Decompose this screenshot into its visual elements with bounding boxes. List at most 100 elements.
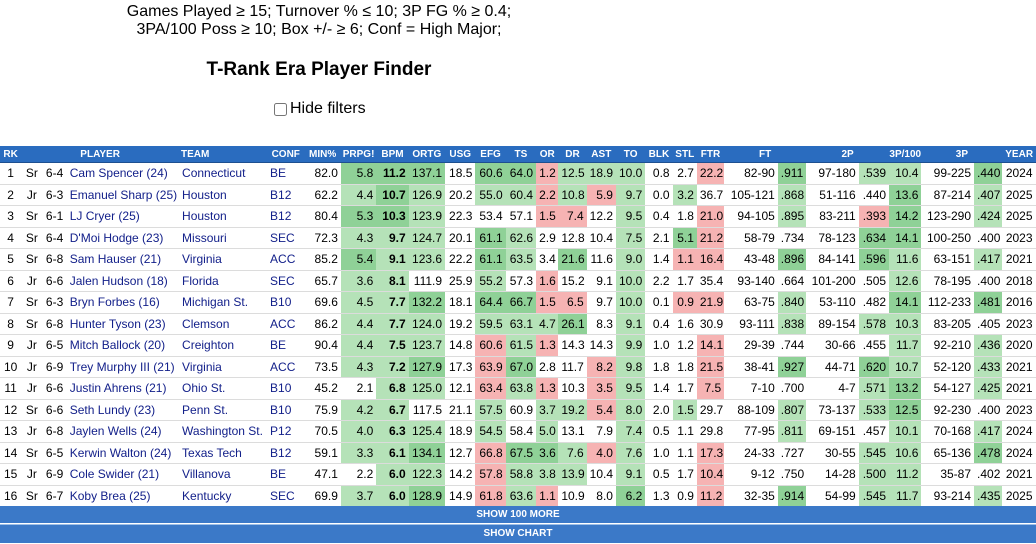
cell-player-name[interactable]: LJ Cryer (25) [66,205,180,228]
cell-3p-made: 93-214 [921,485,975,507]
cell-team-name[interactable]: Virginia [179,248,268,271]
col-rk[interactable]: RK [0,146,22,163]
cell-player-name[interactable]: Kerwin Walton (24) [66,442,180,464]
cell-ts: 62.6 [505,227,537,249]
cell-3p-per100: 11.6 [889,248,922,271]
cell-team-name[interactable]: Missouri [179,227,268,249]
cell-class: Sr [21,248,43,271]
col-bpm[interactable]: BPM [376,146,409,163]
col-3p100[interactable]: 3P/100 [889,146,922,163]
cell-ast: 9.1 [586,270,616,292]
cell-team-name[interactable]: Michigan St. [179,291,268,314]
cell-team-name[interactable]: Houston [179,184,268,206]
cell-ast: 8.3 [586,313,616,335]
col-ts[interactable]: TS [505,146,537,163]
filter-line-1: Games Played ≥ 15; Turnover % ≤ 10; 3P F… [126,3,512,20]
col-conf[interactable]: CONF [267,146,305,163]
cell-team-name[interactable]: Kentucky [179,485,268,507]
cell-team-name[interactable]: Creighton [179,334,268,357]
table-row: 10 Jr 6-9 Trey Murphy III (21) Virginia ACC 73… [0,356,1036,378]
cell-rank: 12 [0,399,22,421]
col-3p[interactable]: 3P [921,146,1003,163]
show-more-button[interactable]: SHOW 100 MORE [0,506,1036,523]
cell-3p-made: 83-205 [921,313,975,335]
col-team[interactable]: TEAM [179,146,268,163]
col-efg[interactable]: EFG [475,146,506,163]
cell-ts: 67.0 [505,356,537,378]
cell-bpm: 6.7 [376,399,409,421]
cell-player-name[interactable]: Koby Brea (25) [66,485,180,507]
cell-3p-per100: 13.2 [889,377,922,400]
cell-team-name[interactable]: Penn St. [179,399,268,421]
cell-player-name[interactable]: Bryn Forbes (16) [66,291,180,314]
cell-team-name[interactable]: Washington St. [179,420,268,443]
cell-2p-pct: .545 [858,485,890,507]
cell-ftr: 29.8 [696,420,725,443]
cell-min-pct: 47.1 [304,463,341,486]
cell-min-pct: 59.1 [304,442,341,464]
col-or[interactable]: OR [536,146,559,163]
cell-dr: 19.2 [558,399,587,421]
cell-class: Sr [21,313,43,335]
col-prpg[interactable]: PRPG! [340,146,377,163]
cell-blk: 0.5 [645,463,673,486]
cell-player-name[interactable]: Emanuel Sharp (25) [66,184,180,206]
col-ft[interactable]: FT [724,146,807,163]
col-to[interactable]: TO [615,146,646,163]
col-ftr[interactable]: FTR [696,146,725,163]
cell-player-name[interactable]: Cole Swider (21) [66,463,180,486]
cell-team-name[interactable]: Connecticut [179,162,268,185]
cell-usg: 17.3 [445,356,476,378]
cell-player-name[interactable]: D'Moi Hodge (23) [66,227,180,249]
col-stl[interactable]: STL [672,146,697,163]
cell-team-name[interactable]: Ohio St. [179,377,268,400]
cell-player-name[interactable]: Hunter Tyson (23) [66,313,180,335]
cell-player-name[interactable]: Justin Ahrens (21) [66,377,180,400]
cell-3p-pct: .435 [974,485,1003,507]
col-year[interactable]: YEAR [1002,146,1036,163]
cell-team-name[interactable]: Villanova [179,463,268,486]
col-2p[interactable]: 2P [806,146,890,163]
cell-or: 2.8 [536,356,559,378]
cell-ft-made: 43-48 [724,248,778,271]
cell-min-pct: 45.2 [304,377,341,400]
cell-year: 2021 [1002,377,1036,400]
cell-player-name[interactable]: Cam Spencer (24) [66,162,180,185]
hide-filters-toggle[interactable]: Hide filters [274,100,366,118]
col-ast[interactable]: AST [586,146,616,163]
cell-prpg: 5.4 [340,248,377,271]
cell-3p-per100: 14.2 [889,205,922,228]
cell-player-name[interactable]: Mitch Ballock (20) [66,334,180,357]
cell-ts: 61.5 [505,334,537,357]
cell-3p-pct: .402 [974,463,1003,486]
cell-year: 2025 [1002,205,1036,228]
col-dr[interactable]: DR [558,146,587,163]
cell-year: 2023 [1002,399,1036,421]
cell-team-name[interactable]: Florida [179,270,268,292]
cell-team-name[interactable]: Houston [179,205,268,228]
cell-player-name[interactable]: Seth Lundy (23) [66,399,180,421]
col-min[interactable]: MIN% [304,146,341,163]
cell-team-name[interactable]: Virginia [179,356,268,378]
cell-player-name[interactable]: Trey Murphy III (21) [66,356,180,378]
show-chart-button[interactable]: SHOW CHART [0,524,1036,543]
col-player[interactable]: PLAYER [21,146,180,163]
col-usg[interactable]: USG [445,146,476,163]
hide-filters-checkbox[interactable] [274,102,287,116]
cell-ast: 11.6 [586,248,616,271]
cell-year: 2025 [1002,485,1036,507]
cell-team-name[interactable]: Texas Tech [179,442,268,464]
cell-class: Sr [21,227,43,249]
cell-player-name[interactable]: Sam Hauser (21) [66,248,180,271]
col-ortg[interactable]: ORTG [408,146,446,163]
cell-3p-pct: .436 [974,334,1003,357]
cell-player-name[interactable]: Jaylen Wells (24) [66,420,180,443]
cell-player-name[interactable]: Jalen Hudson (18) [66,270,180,292]
cell-team-name[interactable]: Clemson [179,313,268,335]
cell-usg: 18.1 [445,291,476,314]
col-blk[interactable]: BLK [645,146,673,163]
cell-blk: 1.4 [645,377,673,400]
cell-bpm: 11.2 [376,162,409,185]
cell-rank: 15 [0,463,22,486]
cell-ast: 8.2 [586,356,616,378]
